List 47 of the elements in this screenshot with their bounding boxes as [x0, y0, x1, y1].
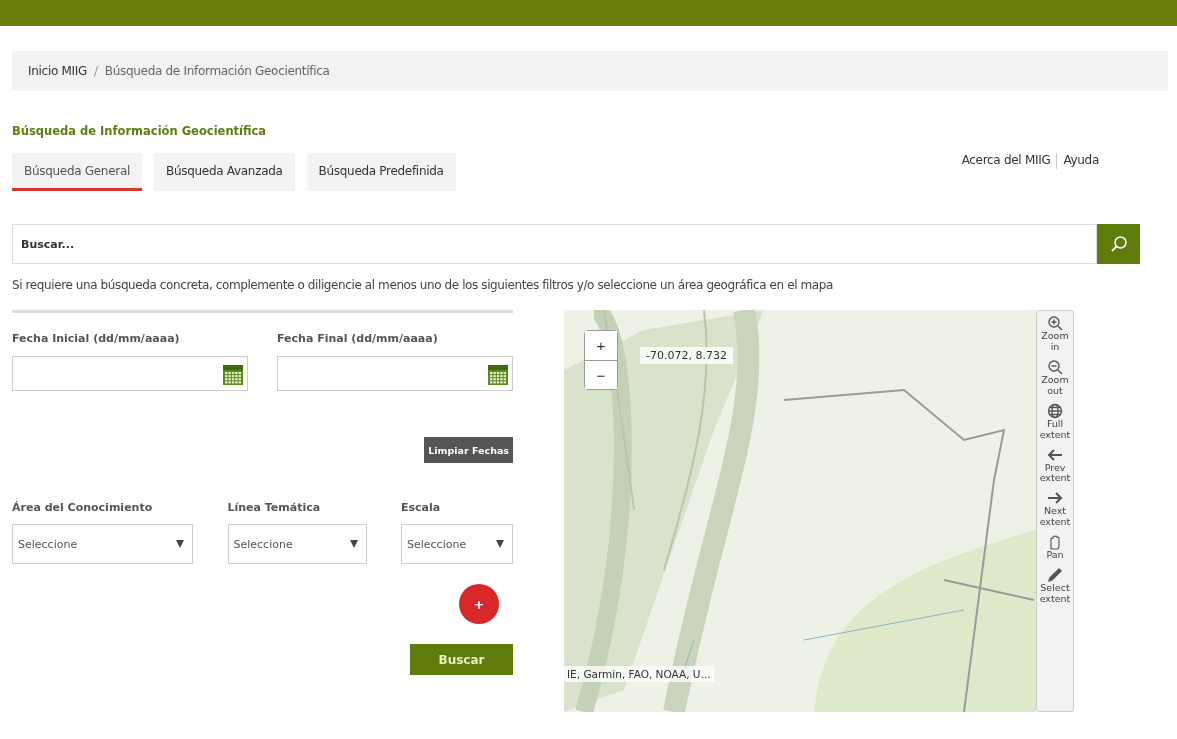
search-icon: [1109, 235, 1128, 253]
header-link[interactable]: Acerca del MIIG: [961, 153, 1051, 167]
tab[interactable]: Búsqueda General: [12, 153, 142, 191]
breadcrumb-separator: /: [94, 64, 98, 78]
tab[interactable]: Búsqueda Avanzada: [154, 153, 295, 191]
map-zoom-button[interactable]: −: [585, 360, 617, 389]
map-tool-button[interactable]: Zoom in: [1037, 315, 1073, 353]
page-title: Búsqueda de Información Geocientífica: [12, 124, 268, 138]
coordinate-readout: -70.072, 8.732: [640, 347, 733, 364]
dropdown[interactable]: Seleccione: [401, 524, 513, 564]
date-field[interactable]: [277, 356, 513, 391]
map-tool-button[interactable]: Zoom out: [1037, 358, 1073, 397]
pencil-icon: [1047, 567, 1063, 584]
calendar-icon: [488, 362, 508, 385]
date-field[interactable]: [12, 356, 248, 391]
add-button[interactable]: +: [459, 584, 499, 624]
zoom-in-icon: [1047, 315, 1063, 331]
breadcrumb-link[interactable]: Inicio MIIG: [28, 64, 87, 78]
dropdown[interactable]: Seleccione: [12, 524, 193, 564]
dropdown[interactable]: Seleccione: [227, 524, 367, 564]
caret-icon: [496, 540, 504, 548]
field-label: Fecha Final (dd/mm/aaaa): [277, 332, 439, 347]
tab[interactable]: Búsqueda Predefinida: [306, 153, 456, 191]
field-label: Área del Conocimiento: [12, 501, 154, 516]
search-button[interactable]: [1097, 224, 1140, 264]
left-arrow-icon: [1047, 446, 1063, 463]
caret-icon: [176, 540, 184, 548]
field-label: Escala: [401, 501, 442, 516]
map-tool-button[interactable]: Pan: [1037, 534, 1073, 562]
caret-icon: [349, 540, 358, 548]
search-submit-button[interactable]: Buscar: [410, 644, 513, 675]
calendar-icon: [223, 362, 243, 385]
map-attribution: IE, Garmin, FAO, NOAA, U...: [564, 666, 714, 682]
map-tool-button[interactable]: Select extent: [1037, 567, 1073, 605]
map-tool-button[interactable]: Next extent: [1037, 490, 1073, 529]
clear-dates-button[interactable]: Limpiar Fechas: [424, 437, 513, 463]
breadcrumb-current: Búsqueda de Información Geocientífica: [104, 64, 330, 78]
map-tool-button[interactable]: Full extent: [1037, 402, 1073, 441]
field-label: Fecha Inicial (dd/mm/aaaa): [12, 332, 181, 347]
hint-text: Si requiere una búsqueda concreta, complemente o diligencie al menos uno de los siguientes filtros y/o seleccione un área geográfica en el mapa: [12, 278, 834, 292]
header-link[interactable]: Ayuda: [1063, 153, 1099, 167]
zoom-out-icon: [1047, 358, 1063, 375]
search-field[interactable]: Buscar...: [12, 224, 1097, 264]
map-placeholder[interactable]: + − -70.072, 8.732 IE, Garmin, FAO, NOAA, U...: [564, 310, 1036, 712]
field-label: Línea Temática: [227, 501, 322, 516]
globe-icon: [1047, 402, 1063, 419]
map-tool-button[interactable]: Prev extent: [1037, 446, 1073, 485]
